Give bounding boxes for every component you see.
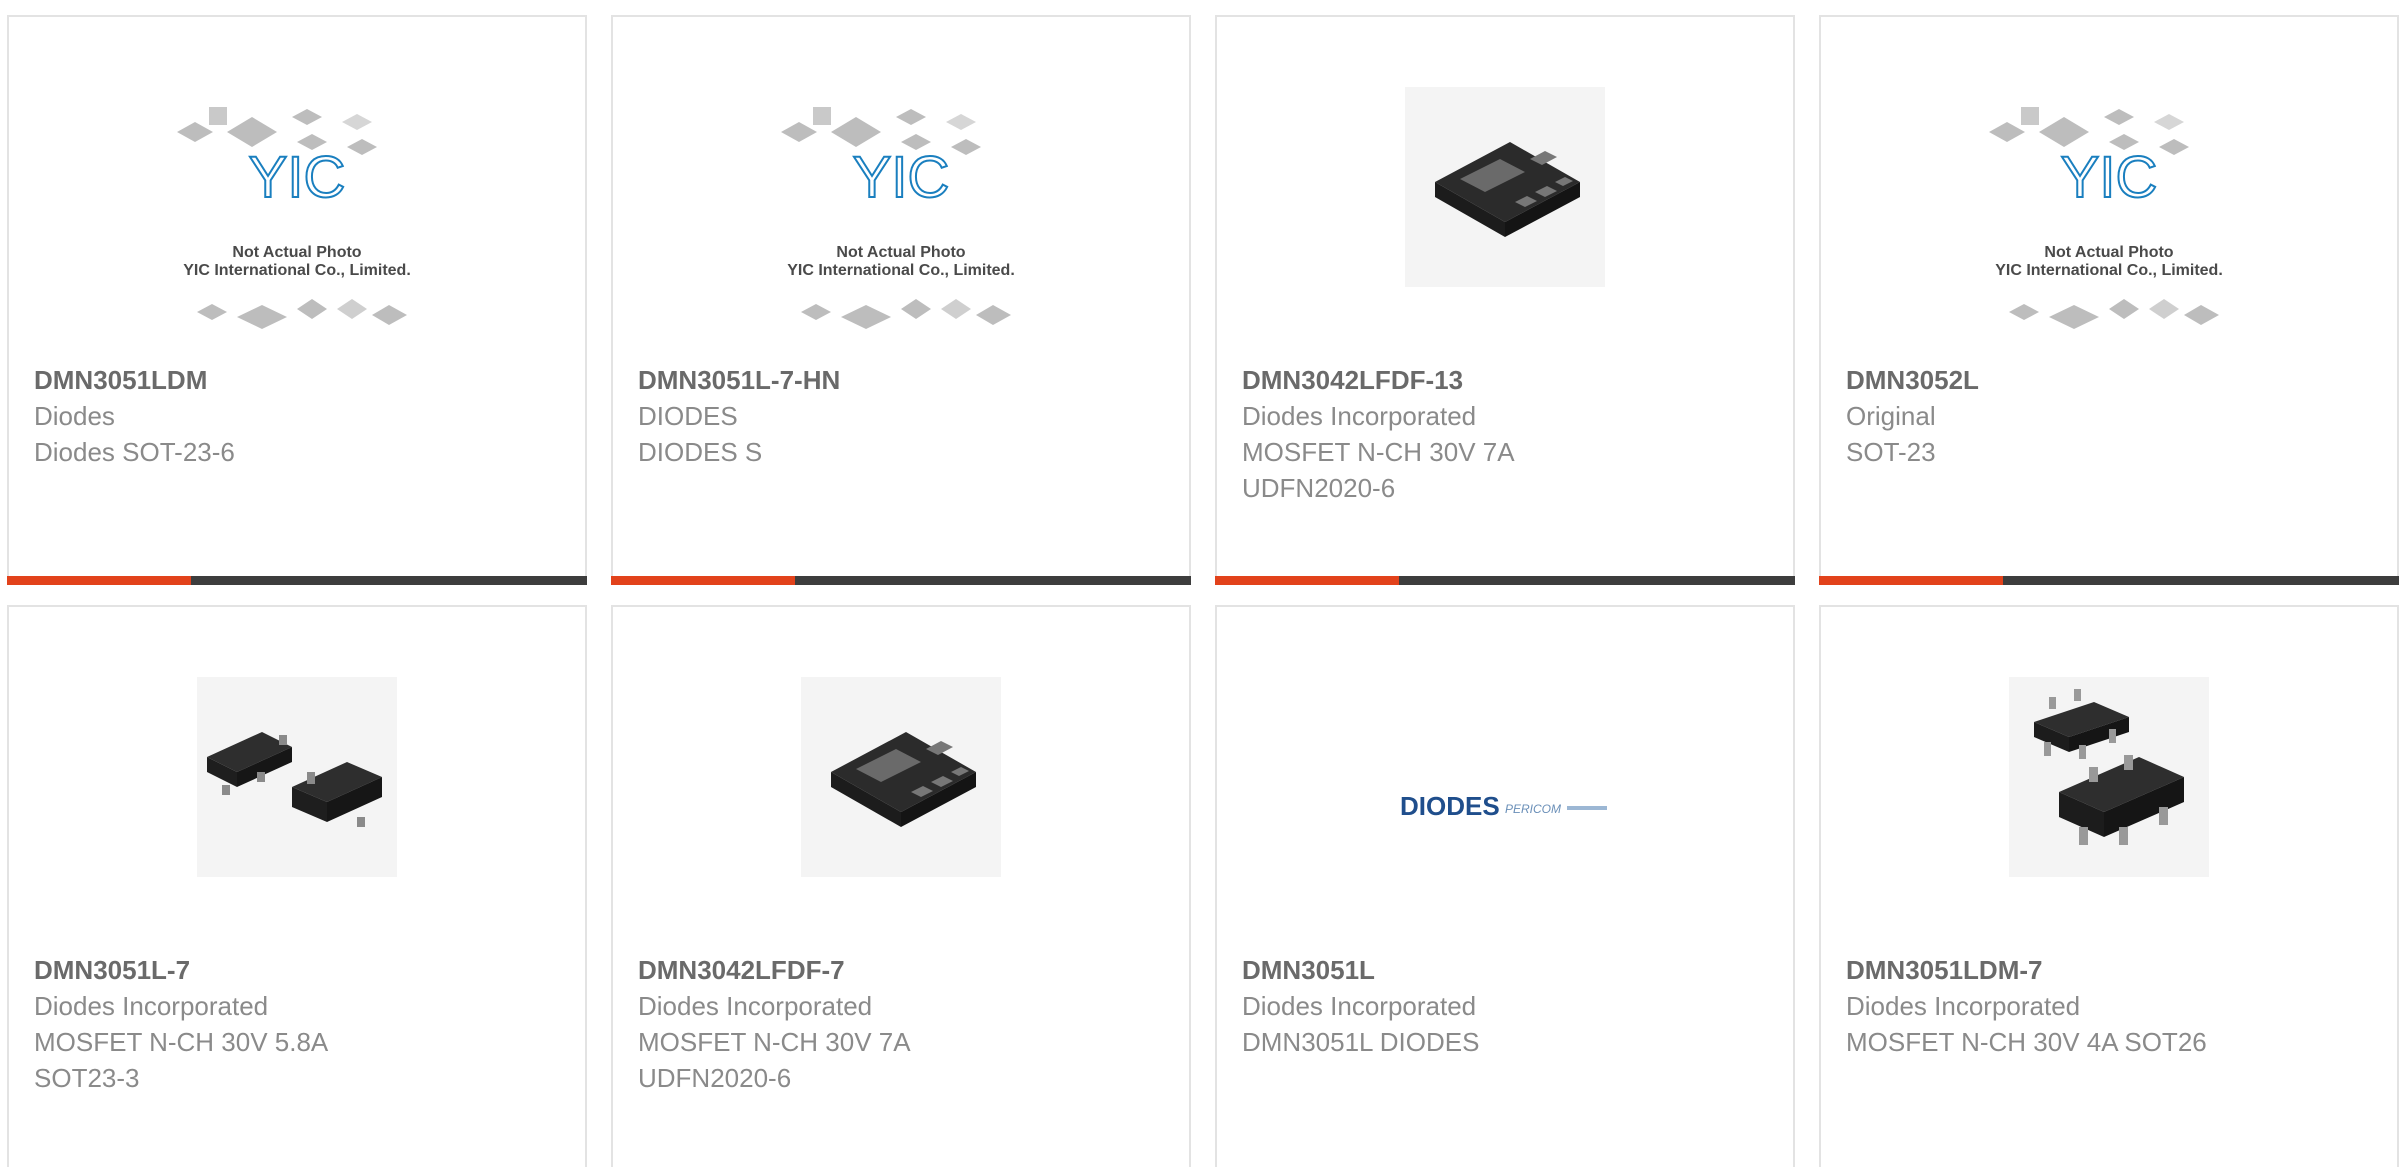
product-info: DMN3051LDM-7 Diodes Incorporated MOSFET …	[1846, 952, 2377, 1060]
part-number[interactable]: DMN3051L-7-HN	[638, 362, 1169, 398]
product-image: YIC Not Actual Photo YIC International C…	[761, 87, 1041, 347]
product-image: DIODES PERICOM	[1365, 677, 1645, 937]
product-info: DMN3042LFDF-13 Diodes Incorporated MOSFE…	[1242, 362, 1773, 506]
manufacturer: DIODES	[638, 401, 738, 431]
product-image	[2009, 677, 2209, 877]
svg-text:PERICOM: PERICOM	[1505, 802, 1561, 816]
sot26-package-icon	[2034, 689, 2184, 845]
bar-accent	[7, 576, 191, 585]
product-card[interactable]: YIC Not Actual Photo YIC International C…	[7, 15, 587, 585]
placeholder-image: YIC Not Actual Photo YIC International C…	[1989, 107, 2223, 329]
part-number[interactable]: DMN3051LDM	[34, 362, 565, 398]
manufacturer: Diodes	[34, 401, 115, 431]
product-info: DMN3051L-7-HN DIODES DIODES S	[638, 362, 1169, 470]
svg-text:Not Actual Photo: Not Actual Photo	[2044, 244, 2173, 261]
description: MOSFET N-CH 30V 5.8A	[34, 1027, 329, 1057]
svg-text:Not Actual Photo: Not Actual Photo	[836, 244, 965, 261]
product-info: DMN3042LFDF-7 Diodes Incorporated MOSFET…	[638, 952, 1169, 1096]
svg-text:YIC: YIC	[853, 145, 950, 210]
udfn-package-icon	[831, 732, 976, 827]
product-info: DMN3051L Diodes Incorporated DMN3051L DI…	[1242, 952, 1773, 1060]
udfn-package-icon	[1435, 142, 1580, 237]
product-image	[197, 677, 397, 877]
product-image	[1405, 87, 1605, 287]
description: MOSFET N-CH 30V 7A	[1242, 437, 1515, 467]
description: MOSFET N-CH 30V 7A	[638, 1027, 911, 1057]
product-info: DMN3051LDM Diodes Diodes SOT-23-6	[34, 362, 565, 470]
package: UDFN2020-6	[638, 1063, 792, 1093]
manufacturer: Original	[1846, 401, 1936, 431]
manufacturer: Diodes Incorporated	[1242, 991, 1477, 1021]
product-card[interactable]: DMN3042LFDF-13 Diodes Incorporated MOSFE…	[1215, 15, 1795, 585]
card-bottom-bar	[7, 576, 587, 585]
manufacturer: Diodes Incorporated	[1242, 401, 1477, 431]
manufacturer: Diodes Incorporated	[34, 991, 269, 1021]
part-number[interactable]: DMN3051L	[1242, 952, 1773, 988]
svg-text:YIC: YIC	[249, 145, 346, 210]
sot23-package-icon	[207, 732, 382, 827]
svg-text:YIC: YIC	[2061, 145, 2158, 210]
description: DMN3051L DIODES	[1242, 1027, 1480, 1057]
package: SOT23-3	[34, 1063, 140, 1093]
product-image	[801, 677, 1001, 877]
card-bottom-bar	[1215, 576, 1795, 585]
svg-text:YIC International Co., Limited: YIC International Co., Limited.	[1995, 262, 2223, 279]
svg-text:YIC International Co., Limited: YIC International Co., Limited.	[787, 262, 1015, 279]
product-card[interactable]: DIODES PERICOM DMN3051L Diodes Incorpora…	[1215, 605, 1795, 1167]
card-bottom-bar	[611, 576, 1191, 585]
product-card[interactable]: YIC Not Actual Photo YIC International C…	[611, 15, 1191, 585]
svg-text:DIODES: DIODES	[1400, 791, 1500, 821]
manufacturer: Diodes Incorporated	[638, 991, 873, 1021]
part-number[interactable]: DMN3052L	[1846, 362, 2377, 398]
description: Diodes SOT-23-6	[34, 437, 235, 467]
diodes-pericom-logo: DIODES PERICOM	[1400, 791, 1607, 821]
product-image: YIC Not Actual Photo YIC International C…	[1969, 87, 2249, 347]
product-image: YIC Not Actual Photo YIC International C…	[157, 87, 437, 347]
product-card[interactable]: DMN3051LDM-7 Diodes Incorporated MOSFET …	[1819, 605, 2399, 1167]
product-info: DMN3052L Original SOT-23	[1846, 362, 2377, 470]
placeholder-image: YIC Not Actual Photo YIC International C…	[177, 107, 411, 329]
part-number[interactable]: DMN3042LFDF-7	[638, 952, 1169, 988]
card-bottom-bar	[1819, 576, 2399, 585]
product-card[interactable]: DMN3042LFDF-7 Diodes Incorporated MOSFET…	[611, 605, 1191, 1167]
product-card[interactable]: DMN3051L-7 Diodes Incorporated MOSFET N-…	[7, 605, 587, 1167]
description: DIODES S	[638, 437, 763, 467]
product-info: DMN3051L-7 Diodes Incorporated MOSFET N-…	[34, 952, 565, 1096]
product-card[interactable]: YIC Not Actual Photo YIC International C…	[1819, 15, 2399, 585]
part-number[interactable]: DMN3051L-7	[34, 952, 565, 988]
part-number[interactable]: DMN3042LFDF-13	[1242, 362, 1773, 398]
description: SOT-23	[1846, 437, 1936, 467]
bar-accent	[1215, 576, 1399, 585]
bar-accent	[611, 576, 795, 585]
bar-accent	[1819, 576, 2003, 585]
part-number[interactable]: DMN3051LDM-7	[1846, 952, 2377, 988]
package: UDFN2020-6	[1242, 473, 1396, 503]
svg-text:Not Actual Photo: Not Actual Photo	[232, 244, 361, 261]
description: MOSFET N-CH 30V 4A SOT26	[1846, 1027, 2207, 1057]
placeholder-image: YIC Not Actual Photo YIC International C…	[781, 107, 1015, 329]
svg-text:YIC International Co., Limited: YIC International Co., Limited.	[183, 262, 411, 279]
manufacturer: Diodes Incorporated	[1846, 991, 2081, 1021]
